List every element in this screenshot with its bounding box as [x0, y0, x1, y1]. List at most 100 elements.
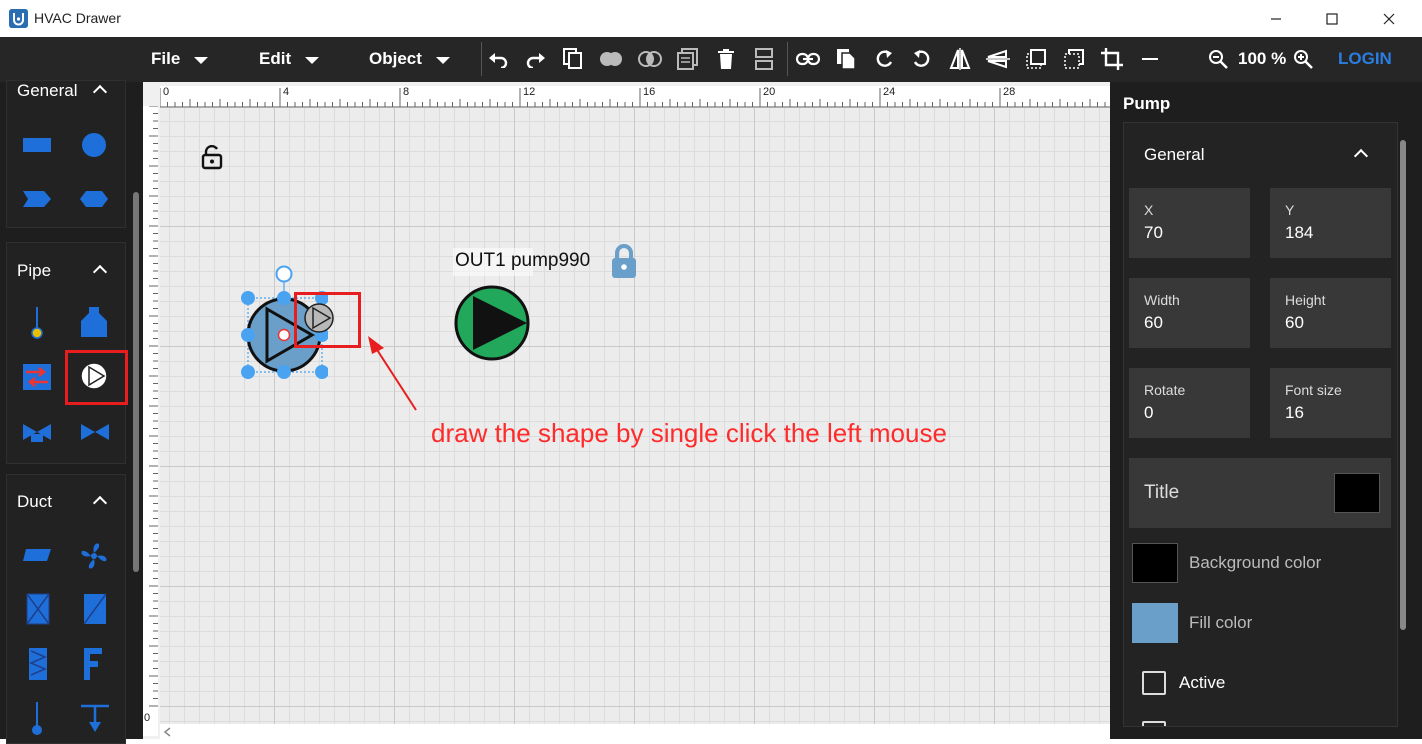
background-color-swatch[interactable]	[1132, 543, 1178, 583]
align-icon[interactable]	[750, 45, 778, 73]
field-label: X	[1144, 202, 1154, 218]
placed-pump-shape[interactable]	[453, 284, 531, 362]
hexagon-shape-icon[interactable]	[79, 189, 109, 209]
ruler-label: 0	[163, 86, 170, 98]
field-value[interactable]: 184	[1285, 223, 1313, 243]
chevron-shape-icon[interactable]	[22, 189, 52, 209]
properties-title: Pump	[1123, 94, 1171, 113]
field-title[interactable]: Title	[1129, 458, 1391, 528]
sidebar-scrollbar[interactable]	[133, 192, 139, 572]
send-back-icon[interactable]	[1060, 45, 1088, 73]
pump-label[interactable]: OUT1 pump990	[455, 250, 590, 272]
union-icon[interactable]	[597, 45, 625, 73]
field-label: Title	[1144, 482, 1180, 503]
fill-color-label: Fill color	[1189, 613, 1253, 632]
field-value[interactable]: 60	[1285, 313, 1304, 333]
actuated-valve-shape-icon[interactable]	[21, 420, 53, 444]
tank-shape-icon[interactable]	[79, 305, 109, 339]
duct-shape-icon[interactable]	[22, 547, 52, 563]
paste-icon[interactable]	[674, 45, 702, 73]
fan-shape-icon[interactable]	[78, 540, 110, 572]
ruler-label: 20	[763, 86, 776, 98]
chevron-down-icon	[435, 56, 450, 64]
horizontal-scrollbar[interactable]	[160, 724, 1110, 739]
rectangle-shape-icon[interactable]	[22, 136, 52, 154]
field-width[interactable]: Width 60	[1129, 278, 1250, 348]
field-value[interactable]: 0	[1144, 403, 1153, 423]
zoom-in-icon[interactable]	[1289, 45, 1317, 73]
link-icon[interactable]	[794, 45, 822, 73]
field-height[interactable]: Height 60	[1270, 278, 1391, 348]
maximize-button[interactable]	[1309, 0, 1355, 37]
ruler-label: 24	[883, 86, 896, 98]
intersect-icon[interactable]	[636, 45, 664, 73]
zoom-out-icon[interactable]	[1204, 45, 1232, 73]
rotate-right-icon[interactable]	[908, 45, 936, 73]
field-rotate[interactable]: Rotate 0	[1129, 368, 1250, 438]
title-bar: HVAC Drawer	[0, 0, 1422, 37]
pump-shape-icon[interactable]	[79, 361, 109, 391]
flip-horizontal-icon[interactable]	[946, 45, 974, 73]
redo-icon[interactable]	[522, 45, 550, 73]
properties-panel: Pump General X 70 Y 184 Width 60 Height 60 R…	[1110, 82, 1422, 739]
drawing-grid[interactable]: OUT1 pump990 draw the shape by single cl…	[160, 108, 1110, 724]
minus-icon[interactable]	[1136, 45, 1164, 73]
field-y[interactable]: Y 184	[1270, 188, 1391, 258]
window-title: HVAC Drawer	[34, 10, 121, 26]
field-value[interactable]: 16	[1285, 403, 1304, 423]
tee-shape-icon[interactable]	[79, 702, 111, 738]
unlock-icon[interactable]	[201, 144, 223, 170]
section-title: Duct	[17, 492, 52, 511]
section-title: General	[1144, 145, 1205, 164]
annotation-text: draw the shape by single click the left …	[431, 418, 947, 448]
thermometer-shape-icon[interactable]	[29, 306, 45, 340]
field-label: Y	[1285, 202, 1295, 218]
menu-edit[interactable]: Edit	[259, 49, 320, 69]
ruler-label: 0	[144, 712, 151, 724]
checkbox[interactable]	[1142, 721, 1166, 726]
field-value[interactable]: 60	[1144, 313, 1163, 333]
app-logo-icon	[9, 9, 28, 28]
chevron-up-icon[interactable]	[92, 264, 108, 280]
damper-shape-icon[interactable]	[25, 592, 51, 626]
minimize-button[interactable]	[1253, 0, 1299, 37]
active-checkbox[interactable]	[1142, 671, 1166, 695]
valve-shape-icon[interactable]	[79, 422, 111, 442]
chevron-up-icon[interactable]	[92, 495, 108, 511]
chevron-up-icon[interactable]	[92, 84, 108, 100]
menu-file[interactable]: File	[151, 49, 209, 69]
active-label: Active	[1179, 673, 1226, 692]
properties-scrollbar[interactable]	[1400, 140, 1406, 630]
duplicate-icon[interactable]	[832, 45, 860, 73]
f-fitting-shape-icon[interactable]	[80, 647, 106, 681]
ruler-label: 8	[403, 86, 410, 98]
delete-icon[interactable]	[712, 45, 740, 73]
ruler-label: 16	[643, 86, 656, 98]
coil-shape-icon[interactable]	[28, 647, 48, 681]
bring-front-icon[interactable]	[1022, 45, 1050, 73]
heat-exchanger-shape-icon[interactable]	[22, 363, 52, 391]
field-font-size[interactable]: Font size 16	[1270, 368, 1391, 438]
field-value[interactable]: 70	[1144, 223, 1163, 243]
zoom-level: 100 %	[1238, 49, 1287, 68]
rotate-left-icon[interactable]	[870, 45, 898, 73]
chevron-up-icon[interactable]	[1353, 148, 1369, 164]
ruler-label: 4	[283, 86, 290, 98]
scroll-left-icon[interactable]	[164, 727, 172, 737]
field-x[interactable]: X 70	[1129, 188, 1250, 258]
circle-shape-icon[interactable]	[80, 132, 108, 158]
close-button[interactable]	[1366, 0, 1412, 37]
chevron-down-icon	[305, 56, 320, 64]
filter-shape-icon[interactable]	[82, 592, 108, 626]
crop-icon[interactable]	[1098, 45, 1126, 73]
fill-color-swatch[interactable]	[1132, 603, 1178, 643]
lock-icon[interactable]	[609, 242, 639, 280]
menu-object[interactable]: Object	[369, 49, 450, 69]
title-color-swatch[interactable]	[1334, 473, 1380, 513]
section-title: Pipe	[17, 261, 52, 280]
copy-icon[interactable]	[559, 45, 587, 73]
flip-vertical-icon[interactable]	[984, 45, 1012, 73]
sensor-shape-icon[interactable]	[29, 702, 45, 738]
undo-icon[interactable]	[484, 45, 512, 73]
login-button[interactable]: LOGIN	[1338, 49, 1392, 69]
